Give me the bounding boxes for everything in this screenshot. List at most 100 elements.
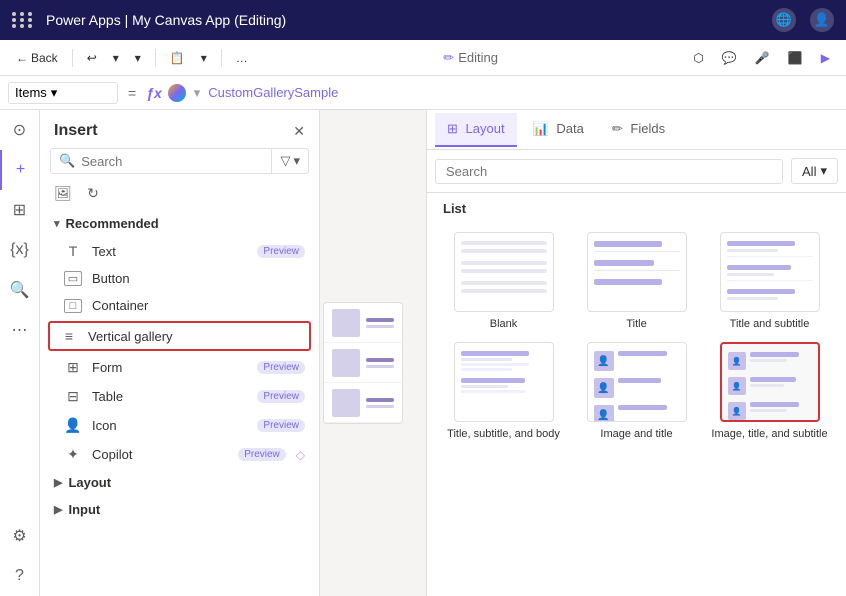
paste-button[interactable]: 📋	[164, 48, 191, 68]
layout-section-header[interactable]: ▶ Layout	[40, 469, 319, 496]
more-button[interactable]: …	[230, 48, 254, 68]
image-action-icon[interactable]: 🖼	[52, 182, 74, 204]
back-button[interactable]: ← Back	[10, 48, 64, 68]
share-icon: ⬡	[693, 51, 703, 65]
export-button[interactable]: ⬛	[782, 48, 809, 68]
vertical-gallery-item[interactable]: ≡ Vertical gallery	[50, 323, 309, 349]
search-icon: 🔍	[59, 153, 75, 169]
settings-icon[interactable]: ⚙	[0, 516, 40, 556]
refresh-action-icon[interactable]: ↻	[82, 182, 104, 204]
globe-icon[interactable]: 🌐	[772, 8, 796, 32]
share-button[interactable]: ⬡	[687, 48, 709, 68]
fields-tab-icon: ✏	[612, 121, 623, 136]
scope-icon[interactable]	[168, 84, 186, 102]
icon-icon: 👤	[64, 417, 82, 434]
tab-layout[interactable]: ⊞ Layout	[435, 113, 517, 147]
strip-subtitle-1	[366, 325, 394, 328]
dropdown-arrow-icon: ▾	[51, 85, 58, 101]
left-sidebar: ⊙ + ⊞ {x} 🔍 ⋯ ⚙ ?	[0, 110, 40, 596]
play-button[interactable]: ▶	[815, 48, 836, 68]
table-icon: ⊟	[64, 388, 82, 405]
equals-sign: =	[128, 85, 136, 101]
layout-thumb-title	[587, 232, 687, 312]
more-icon[interactable]: ⋯	[0, 310, 40, 350]
paste-dropdown[interactable]: ▾	[195, 48, 213, 68]
data-tab-icon: 📊	[533, 121, 549, 136]
property-dropdown[interactable]: Items ▾	[8, 82, 118, 104]
apps-grid-icon[interactable]	[12, 12, 34, 28]
table-item[interactable]: ⊟ Table Preview	[40, 382, 319, 411]
layout-item-image-title[interactable]: 👤 👤 👤	[576, 342, 697, 440]
its-img-icon-1: 👤	[732, 357, 742, 366]
undo-button[interactable]: ↩	[81, 48, 103, 68]
editing-indicator: ✏ Editing	[443, 50, 498, 66]
text-item[interactable]: T Text Preview	[40, 237, 319, 265]
form-item[interactable]: ⊞ Form Preview	[40, 353, 319, 382]
tab-data[interactable]: 📊 Data	[521, 113, 596, 147]
insert-search-box[interactable]: 🔍 ▽ ▾	[50, 148, 309, 174]
redo-dropdown[interactable]: ▾	[129, 48, 147, 68]
search-icon[interactable]: 🔍	[0, 270, 40, 310]
scope-chevron[interactable]: ▾	[194, 85, 201, 101]
toolbar-separator-1	[72, 49, 73, 67]
user-avatar[interactable]: 👤	[810, 8, 834, 32]
strip-item-2	[324, 343, 402, 383]
layers-icon[interactable]: ⊙	[0, 110, 40, 150]
filter-chevron: ▾	[293, 153, 300, 169]
layout-item-tsb[interactable]: Title, subtitle, and body	[443, 342, 564, 440]
button-item[interactable]: ▭ Button	[40, 265, 319, 292]
recommended-label: Recommended	[66, 216, 159, 231]
vertical-gallery-item-highlighted[interactable]: ≡ Vertical gallery	[48, 321, 311, 351]
help-icon[interactable]: ?	[0, 556, 40, 596]
chevron-down-icon: ▾	[201, 51, 207, 65]
layout-thumb-image-title-subtitle: 👤 👤 👤	[720, 342, 820, 422]
tab-fields[interactable]: ✏ Fields	[600, 113, 677, 147]
layout-search-input[interactable]	[435, 159, 783, 184]
insert-panel: Insert ✕ 🔍 ▽ ▾ 🖼 ↻ ▾ Recommended T Text …	[40, 110, 320, 596]
fx-icon: ƒx	[146, 85, 162, 101]
input-section-header[interactable]: ▶ Input	[40, 496, 319, 523]
chat-button[interactable]: 💬	[716, 48, 743, 68]
strip-image-3	[332, 389, 360, 417]
icon-item[interactable]: 👤 Icon Preview	[40, 411, 319, 440]
strip-title-2	[366, 358, 394, 362]
chevron-right-icon: ▶	[54, 476, 62, 489]
chevron-down-icon: ▾	[113, 51, 119, 65]
strip-subtitle-2	[366, 365, 394, 368]
close-icon[interactable]: ✕	[293, 123, 305, 140]
container-item[interactable]: □ Container	[40, 292, 319, 319]
filter-all-button[interactable]: All ▾	[791, 158, 838, 184]
layout-item-title-subtitle[interactable]: Title and subtitle	[709, 232, 830, 330]
filter-icon: ▽	[280, 153, 290, 169]
recommended-section-header[interactable]: ▾ Recommended	[40, 210, 319, 237]
layout-item-title[interactable]: Title	[576, 232, 697, 330]
layout-item-image-title-subtitle[interactable]: 👤 👤 👤	[709, 342, 830, 440]
top-bar: Power Apps | My Canvas App (Editing) 🌐 👤	[0, 0, 846, 40]
mic-icon: 🎤	[755, 51, 770, 65]
undo-icon: ↩	[87, 51, 97, 65]
diamond-icon: ◇	[296, 448, 305, 462]
toolbar: ← Back ↩ ▾ ▾ 📋 ▾ … ✏ Editing ⬡ 💬 🎤 ⬛	[0, 40, 846, 76]
search-input[interactable]	[81, 154, 263, 169]
mic-button[interactable]: 🎤	[749, 48, 776, 68]
properties-tabs: ⊞ Layout 📊 Data ✏ Fields	[427, 110, 846, 150]
canvas-strip	[323, 302, 403, 424]
strip-title-3	[366, 398, 394, 402]
image-placeholder-icon: 👤	[597, 356, 609, 367]
filter-button[interactable]: ▽ ▾	[271, 149, 308, 173]
layout-item-blank[interactable]: Blank	[443, 232, 564, 330]
variable-icon[interactable]: {x}	[0, 230, 40, 270]
layout-grid: Blank Title	[427, 224, 846, 448]
copilot-item[interactable]: ✦ Copilot Preview ◇	[40, 440, 319, 469]
strip-subtitle-3	[366, 405, 394, 408]
formula-value[interactable]: CustomGallerySample	[208, 85, 838, 100]
pencil-icon: ✏	[443, 50, 454, 66]
data-icon[interactable]: ⊞	[0, 190, 40, 230]
gallery-icon: ≡	[60, 328, 78, 344]
undo-dropdown[interactable]: ▾	[107, 48, 125, 68]
text-icon: T	[64, 243, 82, 259]
insert-icon[interactable]: +	[0, 150, 40, 190]
strip-title-1	[366, 318, 394, 322]
formula-bar: Items ▾ = ƒx ▾ CustomGallerySample	[0, 76, 846, 110]
props-search-bar: All ▾	[427, 150, 846, 193]
